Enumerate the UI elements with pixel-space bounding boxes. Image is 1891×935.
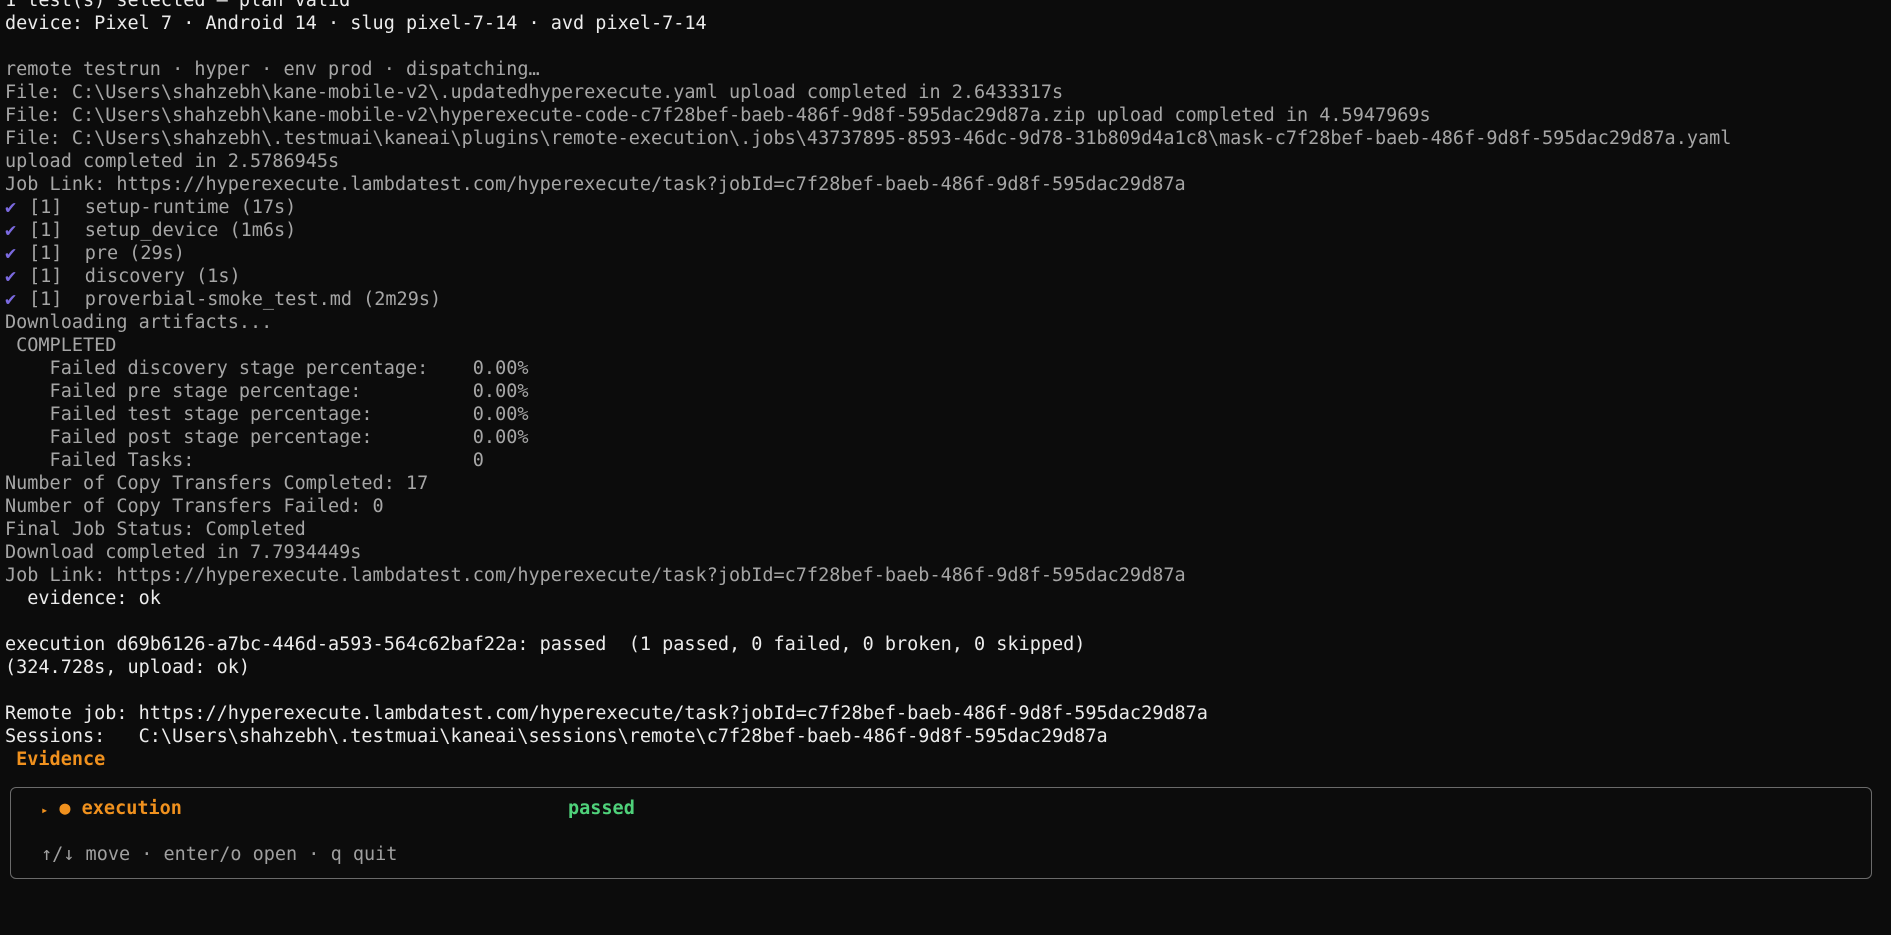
final-status-line: Final Job Status: Completed bbox=[5, 519, 306, 540]
evidence-panel: ▸ ● execution passed ↑/↓ move · enter/o … bbox=[10, 787, 1872, 879]
job-link-line: Job Link: https://hyperexecute.lambdates… bbox=[5, 565, 1186, 586]
upload-mask-line: File: C:\Users\shahzebh\.testmuai\kaneai… bbox=[5, 128, 1732, 149]
check-icon: ✔ bbox=[5, 220, 17, 241]
caret-right-icon: ▸ bbox=[41, 803, 49, 817]
check-icon: ✔ bbox=[5, 197, 17, 218]
stage-label: [1] setup_device (1m6s) bbox=[29, 220, 297, 241]
check-icon: ✔ bbox=[5, 266, 17, 287]
evidence-item-execution[interactable]: ▸ ● execution bbox=[41, 797, 182, 820]
terminal-window: 1 test(s) selected — plan valid device: … bbox=[0, 0, 1891, 935]
completed-line: COMPLETED bbox=[5, 335, 117, 356]
status-dot-icon: ● bbox=[59, 798, 71, 819]
timing-line: (324.728s, upload: ok) bbox=[5, 657, 251, 678]
dispatch-line: remote testrun · hyper · env prod · disp… bbox=[5, 59, 540, 80]
download-done-line: Download completed in 7.7934449s bbox=[5, 542, 362, 563]
failed-test-line: Failed test stage percentage: 0.00% bbox=[5, 404, 529, 425]
failed-tasks-line: Failed Tasks: 0 bbox=[5, 450, 484, 471]
upload-yaml-line: File: C:\Users\shahzebh\kane-mobile-v2\.… bbox=[5, 82, 1064, 103]
device-line: device: Pixel 7 · Android 14 · slug pixe… bbox=[5, 13, 707, 34]
upload-mask-line-cont: upload completed in 2.5786945s bbox=[5, 151, 340, 172]
failed-post-line: Failed post stage percentage: 0.00% bbox=[5, 427, 529, 448]
copy-failed-line: Number of Copy Transfers Failed: 0 bbox=[5, 496, 384, 517]
downloading-line: Downloading artifacts... bbox=[5, 312, 273, 333]
stage-row: ✔ [1] setup-runtime (17s) bbox=[5, 196, 1891, 219]
check-icon: ✔ bbox=[5, 289, 17, 310]
stage-label: [1] pre (29s) bbox=[29, 243, 185, 264]
failed-pre-line: Failed pre stage percentage: 0.00% bbox=[5, 381, 529, 402]
evidence-item-label: execution bbox=[81, 798, 182, 819]
stage-row: ✔ [1] proverbial-smoke_test.md (2m29s) bbox=[5, 288, 1891, 311]
evidence-ok-line: evidence: ok bbox=[5, 588, 161, 609]
evidence-item-status: passed bbox=[568, 798, 635, 819]
stage-label: [1] proverbial-smoke_test.md (2m29s) bbox=[29, 289, 442, 310]
job-link-line: Job Link: https://hyperexecute.lambdates… bbox=[5, 174, 1186, 195]
selection-line: 1 test(s) selected — plan valid bbox=[5, 0, 351, 11]
check-icon: ✔ bbox=[5, 243, 17, 264]
stage-label: [1] discovery (1s) bbox=[29, 266, 241, 287]
stage-row: ✔ [1] pre (29s) bbox=[5, 242, 1891, 265]
upload-zip-line: File: C:\Users\shahzebh\kane-mobile-v2\h… bbox=[5, 105, 1431, 126]
stage-label: [1] setup-runtime (17s) bbox=[29, 197, 297, 218]
stage-row: ✔ [1] setup_device (1m6s) bbox=[5, 219, 1891, 242]
key-hints: ↑/↓ move · enter/o open · q quit bbox=[41, 844, 398, 865]
evidence-heading: Evidence bbox=[5, 749, 106, 770]
failed-discovery-line: Failed discovery stage percentage: 0.00% bbox=[5, 358, 529, 379]
remote-job-line: Remote job: https://hyperexecute.lambdat… bbox=[5, 703, 1208, 724]
execution-summary-line: execution d69b6126-a7bc-446d-a593-564c62… bbox=[5, 634, 1086, 655]
sessions-line: Sessions: C:\Users\shahzebh\.testmuai\ka… bbox=[5, 726, 1108, 747]
copy-completed-line: Number of Copy Transfers Completed: 17 bbox=[5, 473, 429, 494]
stage-row: ✔ [1] discovery (1s) bbox=[5, 265, 1891, 288]
